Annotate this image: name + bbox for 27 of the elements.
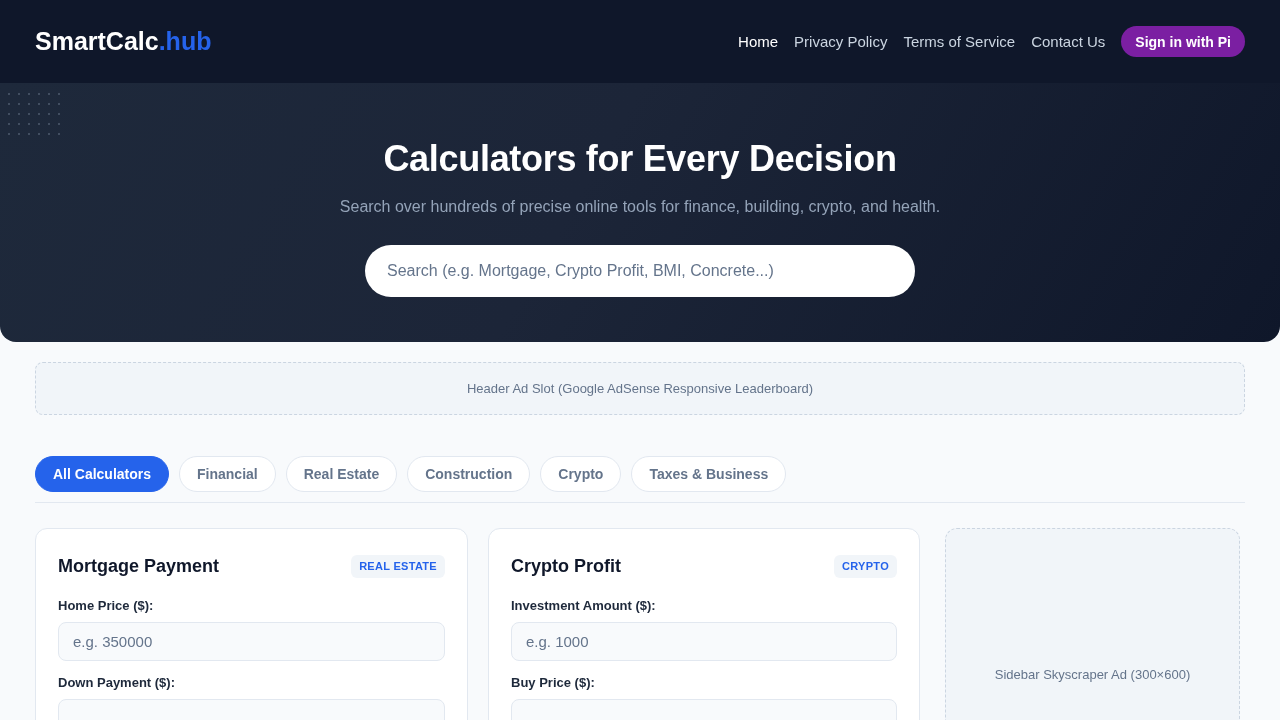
card-title: Crypto Profit — [511, 555, 621, 578]
nav-link[interactable]: Home — [738, 31, 779, 52]
field-label: Home Price ($): — [58, 597, 155, 615]
category-badge: CRYPTO — [833, 554, 897, 578]
search-field[interactable]: Search (e.g. Mortgage, Crypto Profit, BMI, Concrete...) — [365, 245, 915, 297]
hero-subtitle: Search over hundreds of precise online tools for finance, building, crypto, and health. — [339, 197, 941, 217]
category-tab[interactable]: Real Estate — [285, 456, 398, 492]
input-field[interactable]: e.g. 1000 — [511, 622, 897, 661]
card-title: Mortgage Payment — [58, 555, 220, 578]
ad-label: Sidebar Skyscraper Ad (300×600) — [994, 666, 1191, 682]
sign-in-button[interactable]: Sign in with Pi — [1121, 26, 1245, 57]
field-label: Investment Amount ($): — [511, 597, 657, 615]
category-badge: REAL ESTATE — [351, 554, 445, 578]
category-tab[interactable]: Financial — [179, 456, 276, 492]
nav-link[interactable]: Contact Us — [1031, 31, 1106, 52]
category-tab[interactable]: Crypto — [540, 456, 622, 492]
hero-title: Calculators for Every Decision — [383, 137, 897, 180]
category-tab[interactable]: Construction — [407, 456, 531, 492]
field-label: Down Payment ($): — [58, 674, 176, 692]
nav-link[interactable]: Terms of Service — [903, 31, 1016, 52]
ad-label: Header Ad Slot (Google AdSense Responsive Leaderboard) — [466, 381, 814, 396]
field-label: Buy Price ($): — [511, 674, 596, 692]
input-field[interactable]: e.g. 350000 — [58, 622, 445, 661]
nav-link[interactable]: Privacy Policy — [794, 31, 888, 52]
category-tab[interactable]: All Calculators — [35, 456, 170, 492]
site-logo[interactable]: SmartCalc.hub — [35, 29, 212, 54]
category-tab[interactable]: Taxes & Business — [631, 456, 787, 492]
